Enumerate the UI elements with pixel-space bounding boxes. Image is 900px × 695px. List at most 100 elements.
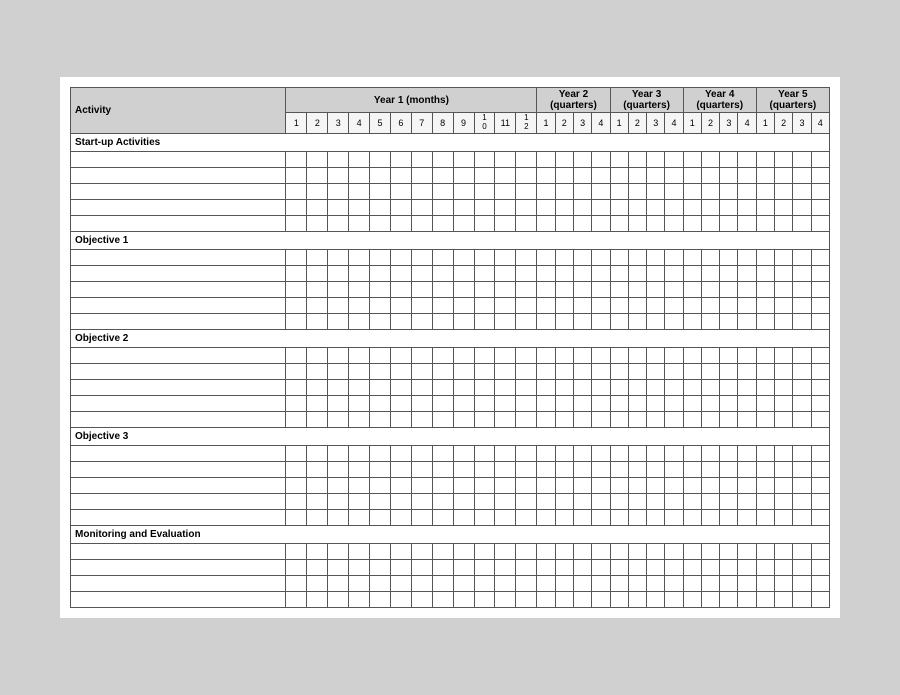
month-cell <box>432 379 453 395</box>
month-cell <box>411 559 432 575</box>
month-cell <box>411 297 432 313</box>
month-cell <box>307 509 328 525</box>
quarter-cell <box>701 591 719 607</box>
year4-header: Year 4 (quarters) <box>683 88 756 113</box>
month-cell <box>328 363 349 379</box>
quarter-cell <box>610 559 628 575</box>
month-8: 8 <box>432 113 453 134</box>
month-cell <box>390 477 411 493</box>
month-cell <box>516 379 537 395</box>
month-cell <box>307 461 328 477</box>
month-cell <box>453 347 474 363</box>
quarter-cell <box>811 379 829 395</box>
quarter-cell <box>537 265 555 281</box>
quarter-cell <box>665 445 683 461</box>
quarter-cell <box>555 313 573 329</box>
quarter-cell <box>555 151 573 167</box>
month-cell <box>286 249 307 265</box>
quarter-cell <box>793 411 811 427</box>
quarter-cell <box>665 167 683 183</box>
month-cell <box>307 297 328 313</box>
quarter-cell <box>537 281 555 297</box>
month-cell <box>370 281 391 297</box>
quarter-cell <box>647 559 665 575</box>
month-cell <box>370 591 391 607</box>
month-cell <box>453 199 474 215</box>
month-cell <box>307 411 328 427</box>
quarter-cell <box>811 445 829 461</box>
quarter-cell <box>665 183 683 199</box>
section-2: Objective 2 <box>71 329 830 347</box>
quarter-cell <box>592 477 610 493</box>
quarter-cell <box>665 215 683 231</box>
month-cell <box>516 575 537 591</box>
quarter-cell <box>738 167 756 183</box>
month-cell <box>328 411 349 427</box>
month-cell <box>390 411 411 427</box>
month-cell <box>370 183 391 199</box>
table-row <box>71 347 830 363</box>
month-cell <box>474 313 495 329</box>
quarter-cell <box>592 265 610 281</box>
section-label-4: Monitoring and Evaluation <box>71 525 830 543</box>
month-cell <box>328 215 349 231</box>
quarter-cell <box>775 559 793 575</box>
quarter-cell <box>665 493 683 509</box>
month-cell <box>474 215 495 231</box>
month-cell <box>390 363 411 379</box>
quarter-cell <box>647 281 665 297</box>
quarter-cell <box>610 297 628 313</box>
quarter-cell <box>647 395 665 411</box>
quarter-cell <box>720 281 738 297</box>
month-cell <box>286 363 307 379</box>
month-cell <box>328 445 349 461</box>
month-cell <box>307 363 328 379</box>
month-cell <box>453 559 474 575</box>
month-cell <box>453 493 474 509</box>
month-cell <box>495 297 516 313</box>
quarter-cell <box>775 543 793 559</box>
quarter-cell <box>683 477 701 493</box>
month-cell <box>307 313 328 329</box>
quarter-cell <box>683 313 701 329</box>
quarter-cell <box>647 167 665 183</box>
month-cell <box>411 461 432 477</box>
quarter-cell <box>573 379 591 395</box>
table-row <box>71 265 830 281</box>
quarter-cell <box>683 445 701 461</box>
quarter-cell <box>647 379 665 395</box>
quarter-cell <box>647 297 665 313</box>
month-cell <box>474 461 495 477</box>
activity-cell <box>71 249 286 265</box>
quarter-cell <box>665 249 683 265</box>
quarter-cell <box>683 281 701 297</box>
quarter-cell <box>628 493 646 509</box>
quarter-cell <box>610 199 628 215</box>
month-cell <box>307 167 328 183</box>
quarter-cell <box>610 249 628 265</box>
quarter-cell <box>555 199 573 215</box>
month-cell <box>286 445 307 461</box>
gantt-chart-container: Activity Year 1 (months) Year 2 (quarter… <box>60 77 840 618</box>
quarter-cell <box>628 445 646 461</box>
quarter-cell <box>555 461 573 477</box>
activity-cell <box>71 461 286 477</box>
quarter-cell <box>665 151 683 167</box>
month-cell <box>474 265 495 281</box>
month-cell <box>432 265 453 281</box>
quarter-cell <box>720 297 738 313</box>
activity-cell <box>71 281 286 297</box>
quarter-cell <box>573 543 591 559</box>
month-cell <box>495 395 516 411</box>
quarter-cell <box>720 167 738 183</box>
quarter-cell <box>537 215 555 231</box>
quarter-cell <box>756 183 774 199</box>
quarter-cell <box>720 395 738 411</box>
month-cell <box>370 411 391 427</box>
quarter-cell <box>720 509 738 525</box>
quarter-cell <box>537 477 555 493</box>
quarter-cell <box>628 297 646 313</box>
table-row <box>71 461 830 477</box>
quarter-cell <box>756 297 774 313</box>
quarter-cell <box>573 591 591 607</box>
